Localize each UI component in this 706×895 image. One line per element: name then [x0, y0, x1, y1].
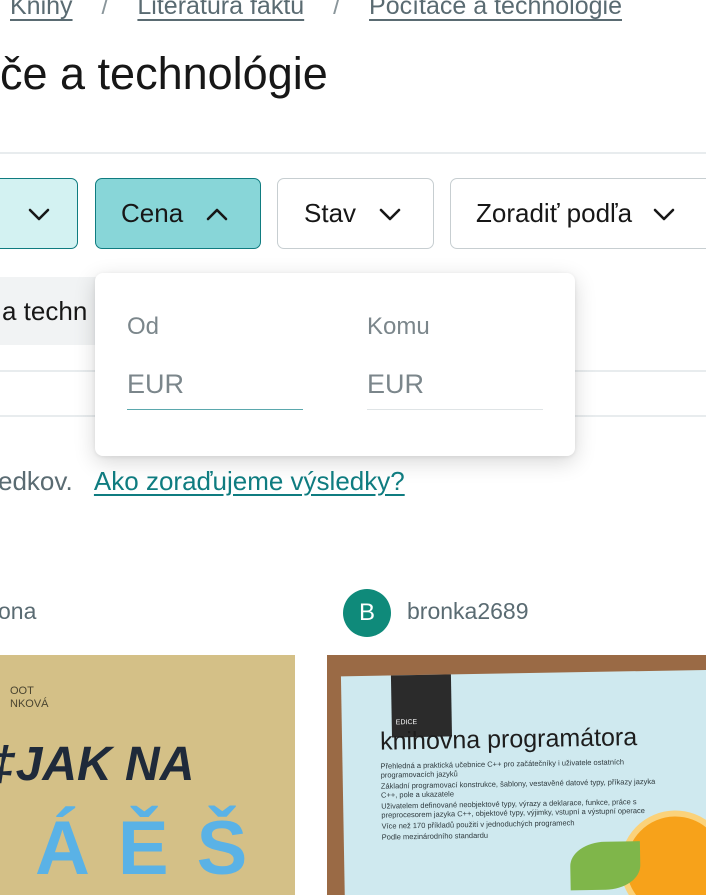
results-summary: edkov. Ako zoraďujeme výsledky? [0, 466, 405, 497]
price-from-label: Od [127, 313, 160, 340]
chevron-up-icon [206, 208, 228, 220]
filter-button-category[interactable] [0, 178, 78, 249]
breadcrumb-link-knihy[interactable]: Knihy [10, 0, 73, 20]
cover-bullet: Základní programovací konstrukce, šablon… [380, 776, 656, 800]
cover-author: OOT [10, 685, 34, 697]
seller-name[interactable]: ona [0, 598, 36, 625]
price-filter-dropdown: Od Komu [95, 273, 575, 456]
filter-button-price[interactable]: Cena [95, 178, 261, 249]
page-title: če a technológie [0, 48, 328, 99]
seller-name[interactable]: bronka2689 [407, 598, 529, 625]
chip-label: a techn [2, 296, 88, 326]
filter-button-condition[interactable]: Stav [277, 178, 434, 249]
chevron-down-icon [653, 208, 675, 220]
chevron-down-icon [379, 208, 401, 220]
cover-title: knihovna programátora [379, 723, 638, 756]
listing-image[interactable]: EDICE knihovna programátora Přehledná a … [327, 655, 706, 895]
filter-label-condition: Stav [304, 198, 357, 228]
price-to-label: Komu [367, 313, 430, 340]
breadcrumb: Knihy / Literatúra faktu / Počítače a te… [10, 0, 622, 21]
cover-title: ‡JAK NA [0, 738, 195, 791]
price-from-input[interactable] [127, 359, 303, 410]
cover-bullet: Přehledná a praktická učebnice C++ pro z… [380, 757, 625, 780]
filter-label-price: Cena [121, 198, 184, 228]
breadcrumb-separator: / [333, 0, 341, 20]
listing-image[interactable]: OOT NKOVÁ ‡JAK NA ÁĚŠ [0, 655, 295, 895]
price-to-input[interactable] [367, 359, 543, 410]
results-count-text: edkov. [0, 466, 73, 496]
cover-edition: EDICE [395, 719, 418, 727]
sorting-info-link[interactable]: Ako zoraďujeme výsledky? [94, 466, 405, 496]
divider [0, 152, 706, 154]
breadcrumb-separator: / [101, 0, 109, 20]
avatar-letter: B [358, 599, 375, 626]
active-filter-chip[interactable]: a techn [0, 277, 100, 345]
cover-graphic: ÁĚŠ [35, 806, 276, 891]
breadcrumb-link-pocitace[interactable]: Počítače a technológie [369, 0, 622, 20]
cover-bullet: Uživatelem definované neobjektové typy, … [381, 797, 645, 820]
filter-button-sort[interactable]: Zoradiť podľa [450, 178, 706, 249]
chevron-down-icon [28, 208, 50, 220]
avatar[interactable]: B [343, 589, 391, 637]
cover-bullets: Přehledná a praktická učebnice C++ pro z… [380, 757, 671, 841]
book-cover: EDICE knihovna programátora Přehledná a … [340, 669, 706, 895]
filter-label-sort: Zoradiť podľa [476, 198, 633, 228]
breadcrumb-link-literatura-faktu[interactable]: Literatúra faktu [137, 0, 304, 20]
cover-author: NKOVÁ [10, 698, 49, 710]
